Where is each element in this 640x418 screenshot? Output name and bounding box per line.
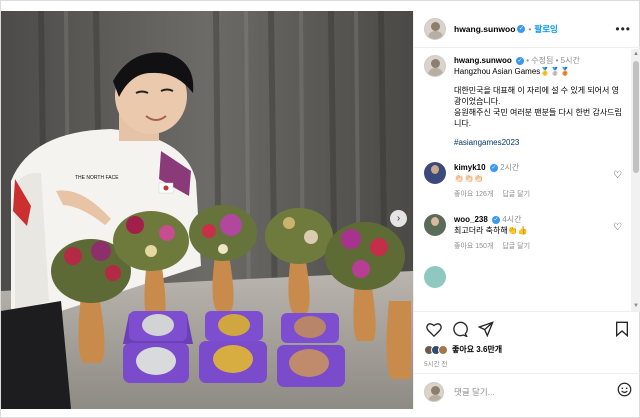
commenter-username[interactable]: kimyk10 xyxy=(454,163,486,172)
author-avatar[interactable] xyxy=(424,18,446,40)
post-photo-image: THE NORTH FACE xyxy=(1,11,413,409)
verified-badge-icon: ✓ xyxy=(517,25,526,33)
caption-avatar[interactable] xyxy=(424,55,446,77)
comments-scroll-area[interactable]: hwang.sunwoo ✓ • 수정됨 • 5시간 Hangzhou Asia… xyxy=(414,49,632,311)
commenter-username[interactable]: woo_238 xyxy=(454,215,488,224)
comment-text: 👏🏻👏🏻👏🏻 xyxy=(454,174,484,183)
separator: • xyxy=(555,56,559,65)
comment-like-heart-icon[interactable]: ♡ xyxy=(613,170,622,181)
scroll-down-arrow-icon[interactable]: ▼ xyxy=(633,303,639,309)
commenter-avatar[interactable] xyxy=(424,162,446,184)
comment-time: 2시간 xyxy=(500,163,520,172)
comment-item-partial xyxy=(424,266,624,288)
add-comment-bar: 댓글 달기... xyxy=(414,373,640,409)
caption-title: Hangzhou Asian Games🥇🥈🥉 xyxy=(454,67,571,76)
next-photo-button[interactable]: › xyxy=(390,210,407,227)
likes-summary[interactable]: 좋아요 3.6만개 xyxy=(424,344,634,355)
commenter-avatar[interactable] xyxy=(424,214,446,236)
post-side-panel: hwang.sunwoo ✓ • 팔로잉 ••• hwang.sunwoo ✓ … xyxy=(413,11,640,409)
post-caption: hwang.sunwoo ✓ • 수정됨 • 5시간 Hangzhou Asia… xyxy=(424,55,624,148)
liker-avatar xyxy=(438,344,448,355)
verified-badge-icon: ✓ xyxy=(492,215,501,224)
bookmark-icon[interactable] xyxy=(612,319,632,339)
verified-badge-icon: ✓ xyxy=(516,56,525,65)
verified-badge-icon: ✓ xyxy=(489,163,498,172)
comment-item: kimyk10 ✓ 2시간 👏🏻👏🏻👏🏻 좋아요 126개 답글 달기 ♡ xyxy=(424,162,624,200)
svg-text:THE NORTH FACE: THE NORTH FACE xyxy=(75,175,119,181)
more-horizontal-icon[interactable]: ••• xyxy=(615,22,631,36)
comment-item: woo_238 ✓ 4시간 최고더라 축하해👏👍 좋아요 150개 답글 달기 … xyxy=(424,214,624,252)
comment-like-heart-icon[interactable]: ♡ xyxy=(613,222,622,233)
comment-text: 최고더라 축하해👏👍 xyxy=(454,226,528,235)
comments-scrollbar[interactable]: ▲ ▼ xyxy=(631,49,640,311)
comment-time: 4시간 xyxy=(502,215,522,224)
separator: • xyxy=(526,56,530,65)
instagram-post-window: THE NORTH FACE › hwang.sunwoo ✓ • 팔로잉 ••… xyxy=(0,0,640,418)
commenter-avatar[interactable] xyxy=(424,266,446,288)
smiley-icon[interactable] xyxy=(617,382,632,402)
reply-button[interactable]: 답글 달기 xyxy=(502,191,530,198)
caption-hashtag[interactable]: #asiangames2023 xyxy=(454,137,624,148)
following-button[interactable]: 팔로잉 xyxy=(534,23,557,35)
caption-line-2: 응원해주신 국민 여러분 팬분들 다시 한번 감사드립니다. xyxy=(454,108,622,128)
scrollbar-thumb[interactable] xyxy=(633,61,639,173)
heart-icon[interactable] xyxy=(424,319,444,339)
post-header: hwang.sunwoo ✓ • 팔로잉 ••• xyxy=(414,11,640,48)
edited-label: 수정됨 xyxy=(531,56,554,65)
post-actions: 좋아요 3.6만개 5시간 전 xyxy=(414,311,640,368)
post-timestamp: 5시간 전 xyxy=(424,361,448,368)
reply-button[interactable]: 답글 달기 xyxy=(502,243,530,250)
comment-bubble-icon[interactable] xyxy=(450,319,470,339)
likes-count[interactable]: 좋아요 3.6만개 xyxy=(452,344,502,355)
author-username[interactable]: hwang.sunwoo xyxy=(454,24,515,34)
caption-time[interactable]: 5시간 xyxy=(561,56,580,65)
paper-plane-icon[interactable] xyxy=(476,319,496,339)
separator: • xyxy=(528,24,532,34)
post-photo[interactable]: THE NORTH FACE › xyxy=(1,11,413,409)
current-user-avatar xyxy=(424,381,444,402)
caption-username[interactable]: hwang.sunwoo xyxy=(454,56,512,65)
caption-line-1: 대한민국을 대표해 이 자리에 설 수 있게 되어서 영광이었습니다. xyxy=(454,86,619,106)
comment-input[interactable]: 댓글 달기... xyxy=(454,386,495,398)
scroll-up-arrow-icon[interactable]: ▲ xyxy=(633,51,639,57)
comment-likes[interactable]: 좋아요 150개 xyxy=(454,243,493,250)
comment-likes[interactable]: 좋아요 126개 xyxy=(454,191,493,198)
chevron-right-icon: › xyxy=(396,213,401,224)
